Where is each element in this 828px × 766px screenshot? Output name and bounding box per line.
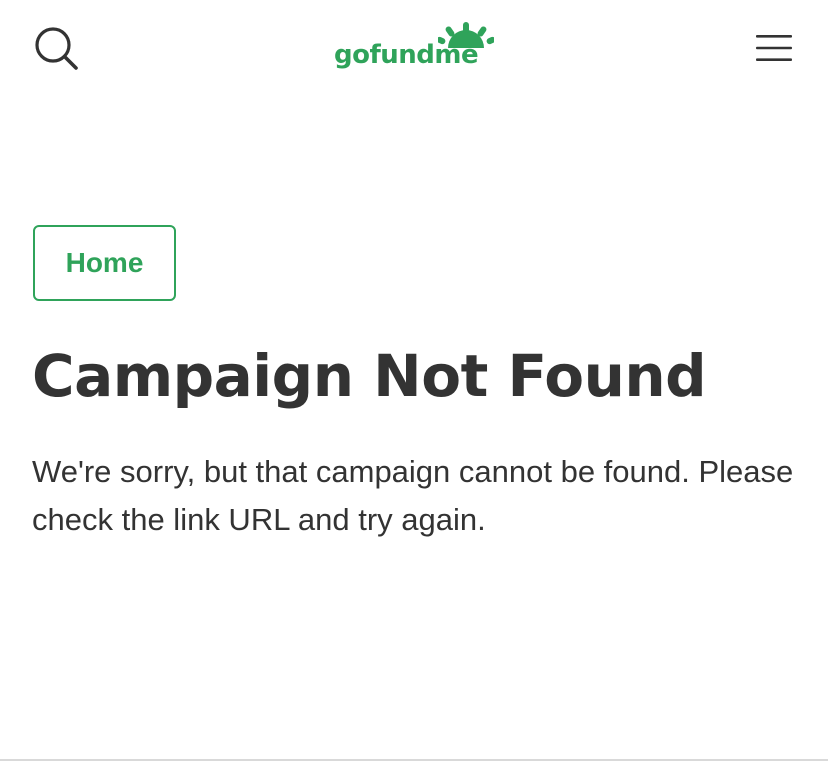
- page-title: Campaign Not Found: [32, 342, 707, 410]
- error-message: We're sorry, but that campaign cannot be…: [32, 454, 794, 537]
- bottom-divider: [0, 759, 828, 761]
- logo-wordmark: gofundme: [334, 40, 479, 70]
- site-header: gofundme: [0, 0, 828, 100]
- menu-button[interactable]: [754, 32, 794, 64]
- hamburger-menu-icon: [756, 35, 792, 61]
- search-button[interactable]: [34, 26, 80, 72]
- search-icon: [35, 27, 78, 70]
- gofundme-logo[interactable]: gofundme: [334, 22, 496, 74]
- home-button[interactable]: Home: [33, 225, 176, 301]
